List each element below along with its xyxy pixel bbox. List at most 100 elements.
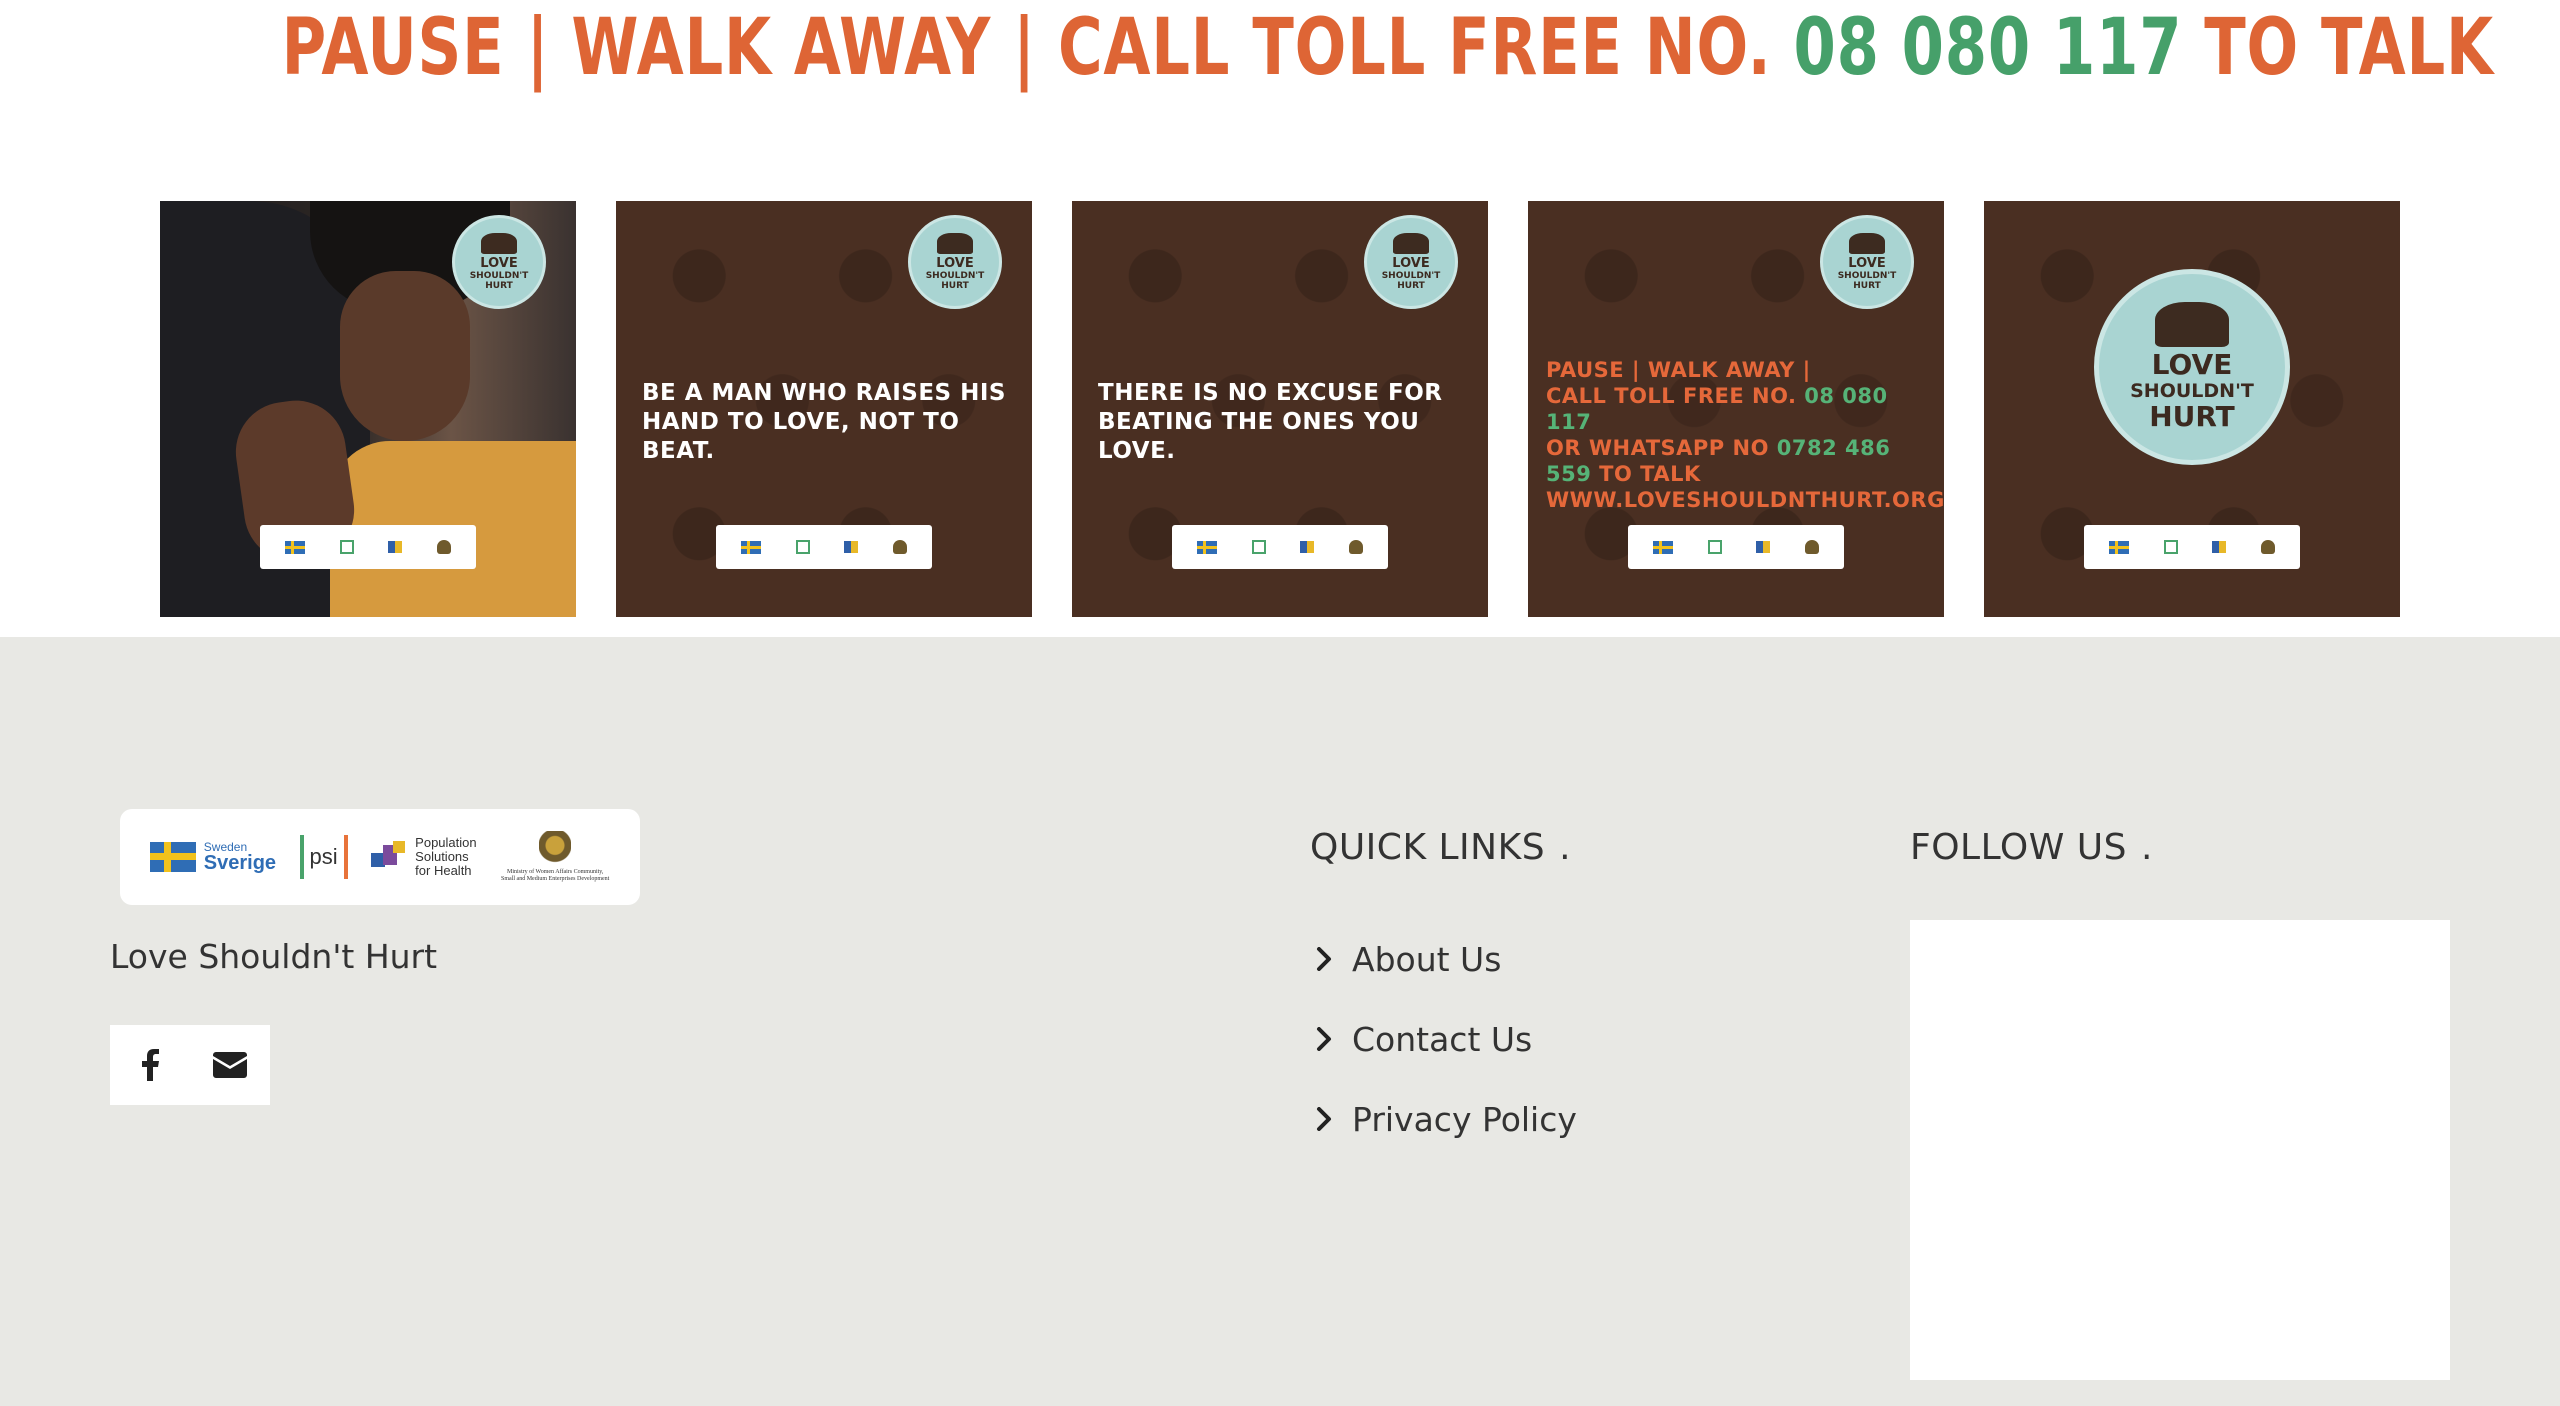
psi-logo-icon — [1251, 540, 1266, 554]
love-shouldnt-hurt-logo: LOVE SHOULDN'T HURT — [2094, 269, 2290, 465]
facebook-icon[interactable] — [130, 1045, 170, 1085]
chevron-right-icon — [1310, 1025, 1338, 1053]
sverige-label: Sverige — [203, 852, 277, 874]
badge-love-text: LOVE — [480, 256, 518, 272]
love-shouldnt-hurt-badge: LOVE SHOULDN'T HURT — [908, 215, 1002, 309]
zimbabwe-crest-icon — [892, 540, 907, 554]
badge-love-text: LOVE — [936, 256, 974, 272]
contact-whatsapp-label: OR WHATSAPP NO — [1546, 436, 1769, 460]
envelope-icon[interactable] — [210, 1045, 250, 1085]
quick-link-label[interactable]: Contact Us — [1352, 1020, 1532, 1059]
partner-logo-strip — [1628, 525, 1844, 569]
heading-dot: . — [1559, 827, 1572, 868]
gallery-image-message-2[interactable]: LOVE SHOULDN'T HURT THERE IS NO EXCUSE F… — [1072, 201, 1488, 617]
sweden-flag-icon — [1653, 540, 1674, 554]
tile-message-text: THERE IS NO EXCUSE FOR BEATING THE ONES … — [1098, 380, 1443, 464]
contact-line-2: CALL TOLL FREE NO. 08 080 117 — [1546, 383, 1936, 435]
sweden-flag-icon — [2109, 540, 2130, 554]
heart-hands-icon — [481, 232, 517, 255]
quick-links-heading: QUICK LINKS. — [1310, 827, 1571, 868]
partner-logos: Sweden Sverige psi Population Solutions … — [120, 809, 640, 905]
psi-logo-icon — [1707, 540, 1722, 554]
psi-logo-icon — [339, 540, 354, 554]
sweden-flag-icon — [1197, 540, 1218, 554]
ministry-logo: Ministry of Women Affairs Community, Sma… — [500, 831, 610, 883]
chevron-right-icon — [1310, 1105, 1338, 1133]
gallery-image-logo[interactable]: LOVE SHOULDN'T HURT — [1984, 201, 2400, 617]
badge-hurt-text: HURT — [941, 281, 969, 292]
social-feed-embed — [1910, 920, 2450, 1380]
quick-link-contact-us[interactable]: Contact Us — [1310, 999, 1577, 1079]
heart-hands-icon — [1849, 232, 1885, 255]
badge-hurt-text: HURT — [2149, 399, 2235, 433]
quick-link-label[interactable]: About Us — [1352, 940, 1501, 979]
contact-call-label: CALL TOLL FREE NO. — [1546, 384, 1797, 408]
psh-line-3: for Health — [415, 863, 472, 878]
gallery-image-photo[interactable]: LOVE SHOULDN'T HURT — [160, 201, 576, 617]
ministry-label: Ministry of Women Affairs Community, Sma… — [501, 869, 610, 882]
badge-sub-text: SHOULDN'T — [1381, 271, 1441, 282]
tile-contact-text: PAUSE | WALK AWAY | CALL TOLL FREE NO. 0… — [1546, 357, 1944, 513]
site-footer: Sweden Sverige psi Population Solutions … — [0, 637, 2560, 1406]
quick-links-list: About Us Contact Us Privacy Policy — [1310, 919, 1577, 1159]
headline-text-end: TO TALK — [2204, 3, 2494, 93]
psh-logo-icon — [844, 541, 859, 553]
badge-sub-text: SHOULDN'T — [925, 271, 985, 282]
tile-message-text: BE A MAN WHO RAISES HIS HAND TO LOVE, NO… — [642, 380, 1006, 464]
badge-sub-text: SHOULDN'T — [2130, 379, 2254, 402]
zimbabwe-crest-icon — [1804, 540, 1819, 554]
heading-dot: . — [2140, 827, 2153, 868]
social-links — [110, 1025, 270, 1105]
quick-links-title: QUICK LINKS — [1310, 827, 1546, 868]
psh-logo-icon — [1300, 541, 1315, 553]
zimbabwe-crest-icon — [539, 831, 572, 867]
love-shouldnt-hurt-badge: LOVE SHOULDN'T HURT — [452, 215, 546, 309]
badge-hurt-text: HURT — [1397, 281, 1425, 292]
psh-line-2: Solutions — [415, 849, 469, 864]
psi-logo-icon — [2163, 540, 2178, 554]
badge-love-text: LOVE — [1392, 256, 1430, 272]
follow-us-title: FOLLOW US — [1910, 827, 2127, 868]
contact-line-1: PAUSE | WALK AWAY | — [1546, 358, 1811, 382]
follow-us-heading: FOLLOW US. — [1910, 827, 2153, 868]
heart-hands-icon — [937, 232, 973, 255]
badge-sub-text: SHOULDN'T — [469, 271, 529, 282]
contact-line-3: OR WHATSAPP NO 0782 486 559 TO TALK — [1546, 435, 1936, 487]
footer-tagline: Love Shouldn't Hurt — [110, 937, 438, 976]
heart-hands-icon — [2154, 302, 2230, 347]
contact-website: WWW.LOVESHOULDNTHURT.ORG.ZW — [1546, 488, 1944, 512]
psh-squares-icon — [371, 841, 407, 873]
psi-logo: psi — [299, 835, 348, 879]
gallery-image-contact[interactable]: LOVE SHOULDN'T HURT PAUSE | WALK AWAY | … — [1528, 201, 1944, 617]
headline-banner: PAUSE | WALK AWAY | CALL TOLL FREE NO. 0… — [281, 0, 2494, 100]
psh-line-1: Population — [415, 835, 477, 850]
psh-logo-icon — [388, 541, 403, 553]
psh-logo-icon — [1756, 541, 1771, 553]
badge-hurt-text: HURT — [485, 281, 513, 292]
sweden-logo: Sweden Sverige — [149, 841, 277, 874]
gallery-image-message-1[interactable]: LOVE SHOULDN'T HURT BE A MAN WHO RAISES … — [616, 201, 1032, 617]
sweden-flag-icon — [285, 540, 306, 554]
contact-to-talk: TO TALK — [1599, 462, 1701, 486]
sweden-flag-icon — [149, 842, 196, 872]
heart-hands-icon — [1393, 232, 1429, 255]
partner-logo-strip — [260, 525, 476, 569]
partner-logo-strip — [1172, 525, 1388, 569]
badge-sub-text: SHOULDN'T — [1837, 271, 1897, 282]
headline-text: PAUSE | WALK AWAY | CALL TOLL FREE NO. — [281, 3, 1772, 93]
love-shouldnt-hurt-badge: LOVE SHOULDN'T HURT — [1364, 215, 1458, 309]
badge-love-text: LOVE — [1848, 256, 1886, 272]
psi-logo-icon — [795, 540, 810, 554]
partner-logo-strip — [716, 525, 932, 569]
zimbabwe-crest-icon — [436, 540, 451, 554]
zimbabwe-crest-icon — [1348, 540, 1363, 554]
quick-link-privacy-policy[interactable]: Privacy Policy — [1310, 1079, 1577, 1159]
love-shouldnt-hurt-badge: LOVE SHOULDN'T HURT — [1820, 215, 1914, 309]
psh-logo-icon — [2212, 541, 2227, 553]
population-solutions-logo: Population Solutions for Health — [371, 835, 477, 878]
quick-link-about-us[interactable]: About Us — [1310, 919, 1577, 999]
badge-hurt-text: HURT — [1853, 281, 1881, 292]
quick-link-label[interactable]: Privacy Policy — [1352, 1100, 1577, 1139]
chevron-right-icon — [1310, 945, 1338, 973]
campaign-gallery: LOVE SHOULDN'T HURT LOVE SHOULDN'T HURT … — [160, 201, 2400, 617]
